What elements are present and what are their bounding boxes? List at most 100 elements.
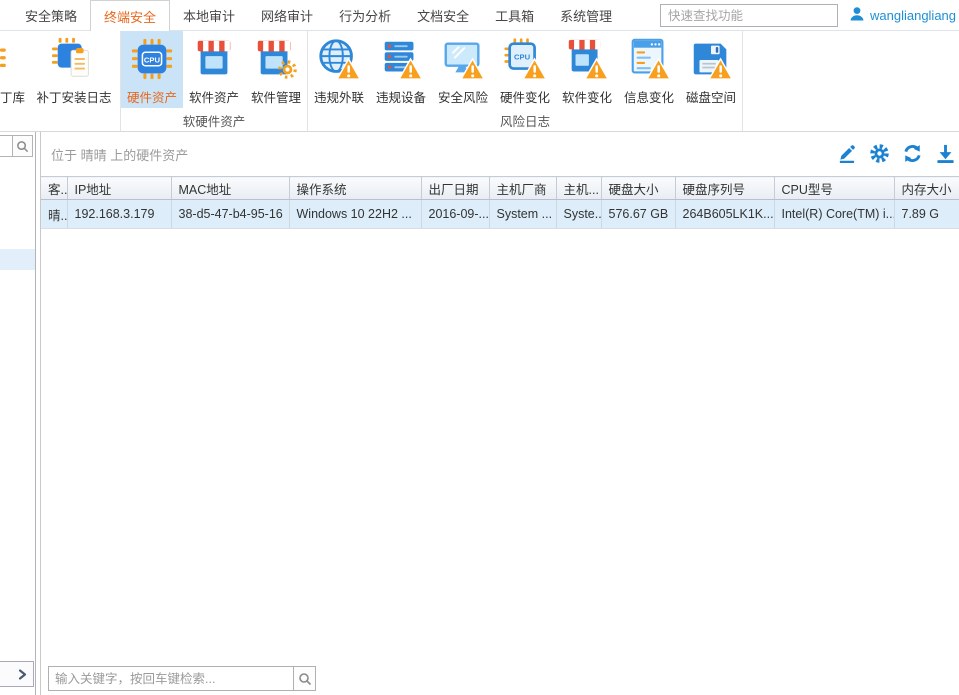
username-label: wangliangliang <box>870 8 956 23</box>
tab-behavior-analysis[interactable]: 行为分析 <box>326 0 404 30</box>
cell-client: 晴.. <box>41 200 67 229</box>
ribbon-item-patch-install-log[interactable]: 补丁安装日志 <box>28 31 120 108</box>
cell-memory-size: 7.89 G <box>894 200 959 229</box>
col-header-host[interactable]: 主机... <box>556 177 601 200</box>
ribbon-item-label: 补丁安装日志 <box>36 87 111 106</box>
ribbon-item-hardware-change[interactable]: CPU 硬件变化 <box>494 31 556 108</box>
sidebar-search <box>0 135 33 157</box>
col-header-disk-size[interactable]: 硬盘大小 <box>601 177 675 200</box>
svg-text:CPU: CPU <box>144 55 161 64</box>
sidebar-expand-toggle[interactable] <box>0 661 34 687</box>
tab-local-audit[interactable]: 本地审计 <box>170 0 248 30</box>
patch-library-icon <box>0 36 28 85</box>
main-area: 位于 晴晴 上的硬件资产 <box>0 132 959 695</box>
settings-gear-button[interactable] <box>869 143 890 164</box>
tab-toolbox[interactable]: 工具箱 <box>482 0 547 30</box>
panel-actions <box>836 143 956 164</box>
ribbon-item-illegal-device[interactable]: 违规设备 <box>370 31 432 108</box>
patch-install-log-icon <box>51 36 97 85</box>
ribbon-item-patch-library[interactable]: 丁库 <box>0 31 28 108</box>
software-manage-icon <box>253 36 299 85</box>
ribbon-item-label: 软件管理 <box>251 87 301 106</box>
ribbon-item-label: 软件变化 <box>562 87 612 106</box>
cell-host-vendor: System ... <box>489 200 556 229</box>
ribbon-toolbar: 丁库 补丁安装日志 <box>0 31 959 132</box>
svg-text:CPU: CPU <box>514 52 531 61</box>
edit-button[interactable] <box>836 143 857 164</box>
tab-endpoint-security[interactable]: 终端安全 <box>90 0 170 31</box>
tab-network-audit[interactable]: 网络审计 <box>248 0 326 30</box>
chevron-right-icon <box>17 668 28 684</box>
top-menu-bar: 安全策略 终端安全 本地审计 网络审计 行为分析 文档安全 工具箱 系统管理 w… <box>0 0 959 31</box>
hardware-change-icon: CPU <box>502 36 548 85</box>
ribbon-group-label: 风险日志 <box>308 108 742 132</box>
ribbon-group-label: 软硬件资产 <box>121 108 307 132</box>
tab-document-security[interactable]: 文档安全 <box>404 0 482 30</box>
ribbon-item-disk-space[interactable]: 磁盘空间 <box>680 31 742 108</box>
panel-header: 位于 晴晴 上的硬件资产 <box>41 132 959 176</box>
ribbon-item-label: 违规外联 <box>314 87 364 106</box>
col-header-client[interactable]: 客.. <box>41 177 67 200</box>
software-change-icon <box>564 36 610 85</box>
hardware-asset-icon: CPU <box>129 36 175 85</box>
col-header-disk-serial[interactable]: 硬盘序列号 <box>675 177 774 200</box>
ribbon-group-risk: 违规外联 违规设备 <box>308 31 743 131</box>
ribbon-item-label: 软件资产 <box>189 87 239 106</box>
ribbon-item-label: 丁库 <box>0 87 25 106</box>
hardware-asset-table: 客.. IP地址 MAC地址 操作系统 出厂日期 主机厂商 主机... 硬盘大小… <box>41 176 959 229</box>
ribbon-group-assets: CPU 硬件资产 软件资产 <box>121 31 308 131</box>
col-header-os[interactable]: 操作系统 <box>289 177 421 200</box>
col-header-ip[interactable]: IP地址 <box>67 177 171 200</box>
device-tree-sidebar <box>0 132 36 695</box>
ribbon-item-label: 磁盘空间 <box>686 87 736 106</box>
tab-system-management[interactable]: 系统管理 <box>547 0 625 30</box>
ribbon-item-label: 安全风险 <box>438 87 488 106</box>
table-header-row: 客.. IP地址 MAC地址 操作系统 出厂日期 主机厂商 主机... 硬盘大小… <box>41 177 959 200</box>
cell-os: Windows 10 22H2 ... <box>289 200 421 229</box>
ribbon-item-label: 信息变化 <box>624 87 674 106</box>
cell-disk-serial: 264B605LK1K... <box>675 200 774 229</box>
col-header-mfg-date[interactable]: 出厂日期 <box>421 177 489 200</box>
col-header-host-vendor[interactable]: 主机厂商 <box>489 177 556 200</box>
table-row[interactable]: 晴.. 192.168.3.179 38-d5-47-b4-95-16 Wind… <box>41 200 959 229</box>
sidebar-search-input[interactable] <box>0 135 12 157</box>
cell-host: Syste... <box>556 200 601 229</box>
ribbon-item-label: 硬件资产 <box>127 87 177 106</box>
keyword-search <box>48 666 316 691</box>
ribbon-group-label <box>0 108 120 132</box>
ribbon-item-label: 硬件变化 <box>500 87 550 106</box>
info-change-icon <box>626 36 672 85</box>
col-header-memory-size[interactable]: 内存大小 <box>894 177 959 200</box>
ribbon-item-hardware-asset[interactable]: CPU 硬件资产 <box>121 31 183 108</box>
tab-security-policy[interactable]: 安全策略 <box>12 0 90 30</box>
disk-space-icon <box>688 36 734 85</box>
export-download-button[interactable] <box>935 143 956 164</box>
keyword-search-input[interactable] <box>49 667 293 690</box>
ribbon-item-software-asset[interactable]: 软件资产 <box>183 31 245 108</box>
ribbon-group-patch: 丁库 补丁安装日志 <box>0 31 121 131</box>
ribbon-item-illegal-outreach[interactable]: 违规外联 <box>308 31 370 108</box>
hardware-asset-panel: 位于 晴晴 上的硬件资产 <box>40 132 959 695</box>
ribbon-item-label: 违规设备 <box>376 87 426 106</box>
illegal-device-icon <box>378 36 424 85</box>
ribbon-item-info-change[interactable]: 信息变化 <box>618 31 680 108</box>
tree-selected-item[interactable] <box>0 249 35 270</box>
illegal-outreach-icon <box>316 36 362 85</box>
cell-ip: 192.168.3.179 <box>67 200 171 229</box>
ribbon-item-software-change[interactable]: 软件变化 <box>556 31 618 108</box>
cell-disk-size: 576.67 GB <box>601 200 675 229</box>
ribbon-item-software-manage[interactable]: 软件管理 <box>245 31 307 108</box>
panel-title: 位于 晴晴 上的硬件资产 <box>51 145 188 164</box>
refresh-button[interactable] <box>902 143 923 164</box>
keyword-search-button[interactable] <box>293 667 315 690</box>
user-account[interactable]: wangliangliang <box>849 6 956 25</box>
security-risk-icon <box>440 36 486 85</box>
col-header-cpu-model[interactable]: CPU型号 <box>774 177 894 200</box>
col-header-mac[interactable]: MAC地址 <box>171 177 289 200</box>
cell-mfg-date: 2016-09-... <box>421 200 489 229</box>
ribbon-item-security-risk[interactable]: 安全风险 <box>432 31 494 108</box>
user-icon <box>849 6 865 25</box>
quick-search-input[interactable] <box>660 4 838 27</box>
cell-mac: 38-d5-47-b4-95-16 <box>171 200 289 229</box>
sidebar-search-button[interactable] <box>12 135 33 157</box>
